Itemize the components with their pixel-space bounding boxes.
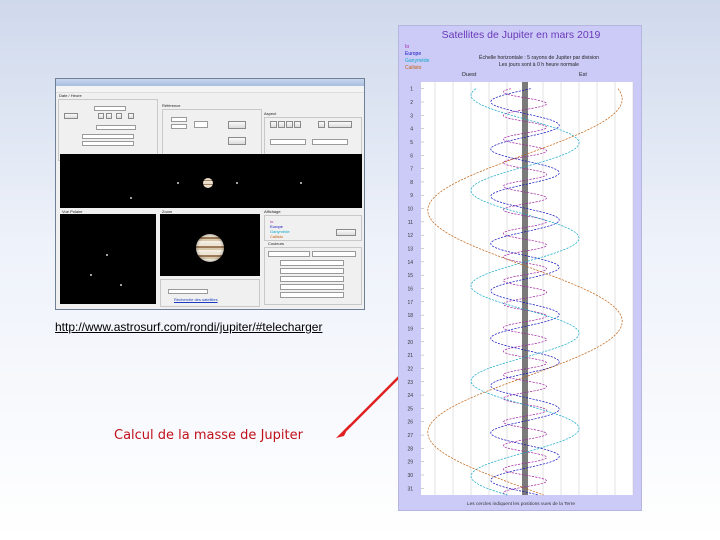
day-label: 20 bbox=[407, 340, 413, 346]
day-label: 8 bbox=[410, 180, 413, 186]
day-label: 30 bbox=[407, 473, 413, 479]
day-label: 26 bbox=[407, 420, 413, 426]
day-label: 24 bbox=[407, 393, 413, 399]
day-label: 9 bbox=[410, 193, 413, 199]
day-label: 23 bbox=[407, 380, 413, 386]
legend-entry: Io bbox=[405, 44, 409, 50]
day-label: 2 bbox=[410, 100, 413, 106]
chart-header-2: Les jours sont à 0 h heure normale bbox=[499, 62, 579, 68]
day-label: 1 bbox=[410, 87, 413, 93]
legend-entry: Europe bbox=[405, 51, 421, 57]
day-label: 28 bbox=[407, 446, 413, 452]
day-label: 19 bbox=[407, 326, 413, 332]
day-label: 31 bbox=[407, 486, 413, 492]
day-label: 4 bbox=[410, 127, 413, 133]
chart-header-1: Échelle horizontale : 5 rayons de Jupite… bbox=[479, 54, 599, 61]
day-label: 15 bbox=[407, 273, 413, 279]
day-label: 16 bbox=[407, 287, 413, 293]
day-label: 25 bbox=[407, 406, 413, 412]
day-label: 6 bbox=[410, 153, 413, 159]
day-label: 17 bbox=[407, 300, 413, 306]
day-label: 13 bbox=[407, 247, 413, 253]
legend-entry: Ganymède bbox=[405, 58, 430, 64]
day-label: 14 bbox=[407, 260, 413, 266]
day-label: 10 bbox=[407, 207, 413, 213]
jupiter-band bbox=[522, 82, 528, 495]
day-label: 18 bbox=[407, 313, 413, 319]
red-arrow bbox=[345, 375, 401, 431]
day-label: 22 bbox=[407, 366, 413, 372]
day-label: 11 bbox=[408, 220, 413, 226]
day-label: 27 bbox=[407, 433, 413, 439]
day-label: 5 bbox=[410, 140, 413, 146]
chart-footer: Les cercles indiquent les positions vues… bbox=[467, 501, 576, 507]
day-label: 12 bbox=[407, 233, 413, 239]
chart-title: Satellites de Jupiter en mars 2019 bbox=[442, 29, 601, 41]
day-label: 21 bbox=[407, 353, 413, 359]
axis-right-label: Est bbox=[579, 72, 587, 78]
day-label: 3 bbox=[410, 113, 413, 119]
day-label: 7 bbox=[410, 167, 413, 173]
chart-svg: Satellites de Jupiter en mars 2019 IoEur… bbox=[399, 26, 641, 510]
day-label: 29 bbox=[407, 460, 413, 466]
satellite-chart: Satellites de Jupiter en mars 2019 Io Eur… bbox=[398, 25, 642, 511]
legend-entry: Callisto bbox=[405, 65, 422, 71]
arrow-head bbox=[336, 424, 350, 438]
axis-left-label: Ouest bbox=[462, 72, 477, 78]
